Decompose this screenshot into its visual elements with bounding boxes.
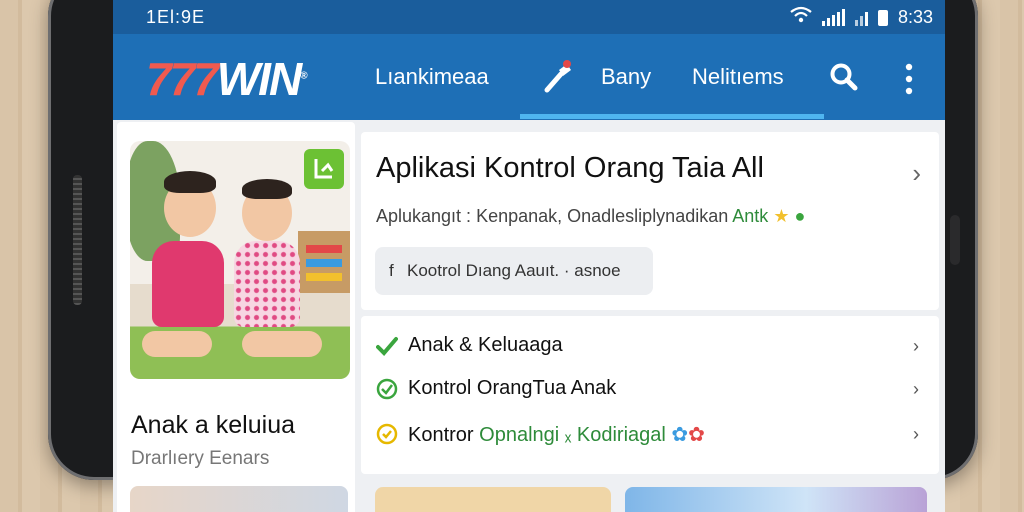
app-header-card[interactable]: Aplikasi Kontrol Orang Taia All › Apluka… [361, 132, 939, 310]
phone-screen: 1El:9E 8:33 777WIN® Lıankimeaa Bany Neli… [113, 0, 945, 512]
logo-text: WIN [216, 53, 302, 105]
subtitle-highlight: Antk [732, 206, 769, 226]
warning-circle-icon [376, 423, 398, 445]
brand-logo[interactable]: 777WIN® [146, 52, 308, 106]
list-item-label: Kontror Opnalngi ₓ Kodiriagal ✿✿ [408, 422, 705, 447]
nav-item-3[interactable]: Nelitıems [692, 64, 784, 90]
label-part: Kontror [408, 424, 474, 446]
page-title: Aplikasi Kontrol Orang Taia All [376, 152, 764, 184]
battery-icon [877, 9, 888, 26]
chevron-right-icon: › [913, 336, 919, 356]
child-shirt [152, 241, 224, 327]
logo-numbers: 777 [146, 53, 219, 105]
child-shirt [234, 241, 300, 327]
chip-icon: f [389, 261, 394, 280]
signal-icon-secondary [854, 10, 868, 26]
star-icon: ★ [773, 206, 790, 226]
toy-block [306, 273, 342, 281]
second-photo [130, 486, 348, 512]
list-item-label: Anak & Keluaaga [408, 334, 563, 356]
card-title: Anak a keluiua [131, 411, 296, 439]
list-item[interactable]: Kontrol OrangTua Anak › [361, 367, 939, 411]
wifi-icon [790, 6, 812, 29]
active-tab-indicator [520, 114, 824, 119]
app-bar: 777WIN® Lıankimeaa Bany Nelitıems [113, 34, 945, 120]
child-hair [242, 179, 292, 199]
status-time: 1El:9E [146, 7, 206, 27]
child-hair [164, 171, 216, 193]
chip-label: Kootrol Dıang Aauıt. · asnoe [407, 261, 621, 280]
app-badge-icon[interactable] [304, 149, 344, 189]
nav-item-1[interactable]: Lıankimeaa [375, 64, 489, 90]
tool-icon[interactable] [543, 58, 575, 94]
kids-icon: ✿ [688, 424, 705, 446]
check-circle-icon [376, 378, 398, 400]
child-legs [242, 331, 322, 357]
menu-list: Anak & Keluaaga › Kontrol OrangTua Anak … [361, 316, 939, 474]
chevron-right-icon: › [913, 379, 919, 399]
status-clock: 8:33 [897, 7, 933, 27]
search-icon[interactable] [829, 62, 859, 92]
kids-icon: ✿ [671, 424, 689, 446]
info-chip[interactable]: f Kootrol Dıang Aauıt. · asnoe [375, 247, 653, 295]
chevron-right-icon: › [913, 424, 919, 444]
phone-side-button[interactable] [950, 215, 960, 265]
child-legs [142, 331, 212, 357]
list-item-label: Kontrol OrangTua Anak [408, 377, 617, 399]
signal-icon [821, 8, 845, 26]
check-pencil-icon [376, 337, 398, 356]
status-bar: 1El:9E 8:33 [113, 0, 945, 34]
label-highlight: Opnalngi ₓ Kodiriagal [479, 424, 666, 446]
page-subtitle: Aplukangıt : Kenpanak, Onadlesliplynadik… [376, 206, 805, 227]
list-item[interactable]: Anak & Keluaaga › [361, 324, 939, 368]
toy-block [306, 245, 342, 253]
chevron-right-icon[interactable]: › [912, 158, 921, 189]
thumbnail-outdoor[interactable] [625, 487, 927, 512]
featured-card[interactable]: Anak a keluiua Drarlıery Eenars [117, 122, 355, 512]
globe-icon: ● [794, 206, 806, 226]
phone-speaker [73, 175, 82, 305]
list-item[interactable]: Kontror Opnalngi ₓ Kodiriagal ✿✿ › [361, 412, 939, 456]
toy-block [306, 259, 342, 267]
more-vertical-icon[interactable] [905, 63, 913, 95]
nav-item-2[interactable]: Bany [601, 64, 651, 90]
subtitle-text: Aplukangıt : Kenpanak, Onadlesliplynadik… [376, 206, 729, 226]
thumbnail-toys[interactable] [375, 487, 611, 512]
card-subtitle: Drarlıery Eenars [131, 448, 270, 469]
